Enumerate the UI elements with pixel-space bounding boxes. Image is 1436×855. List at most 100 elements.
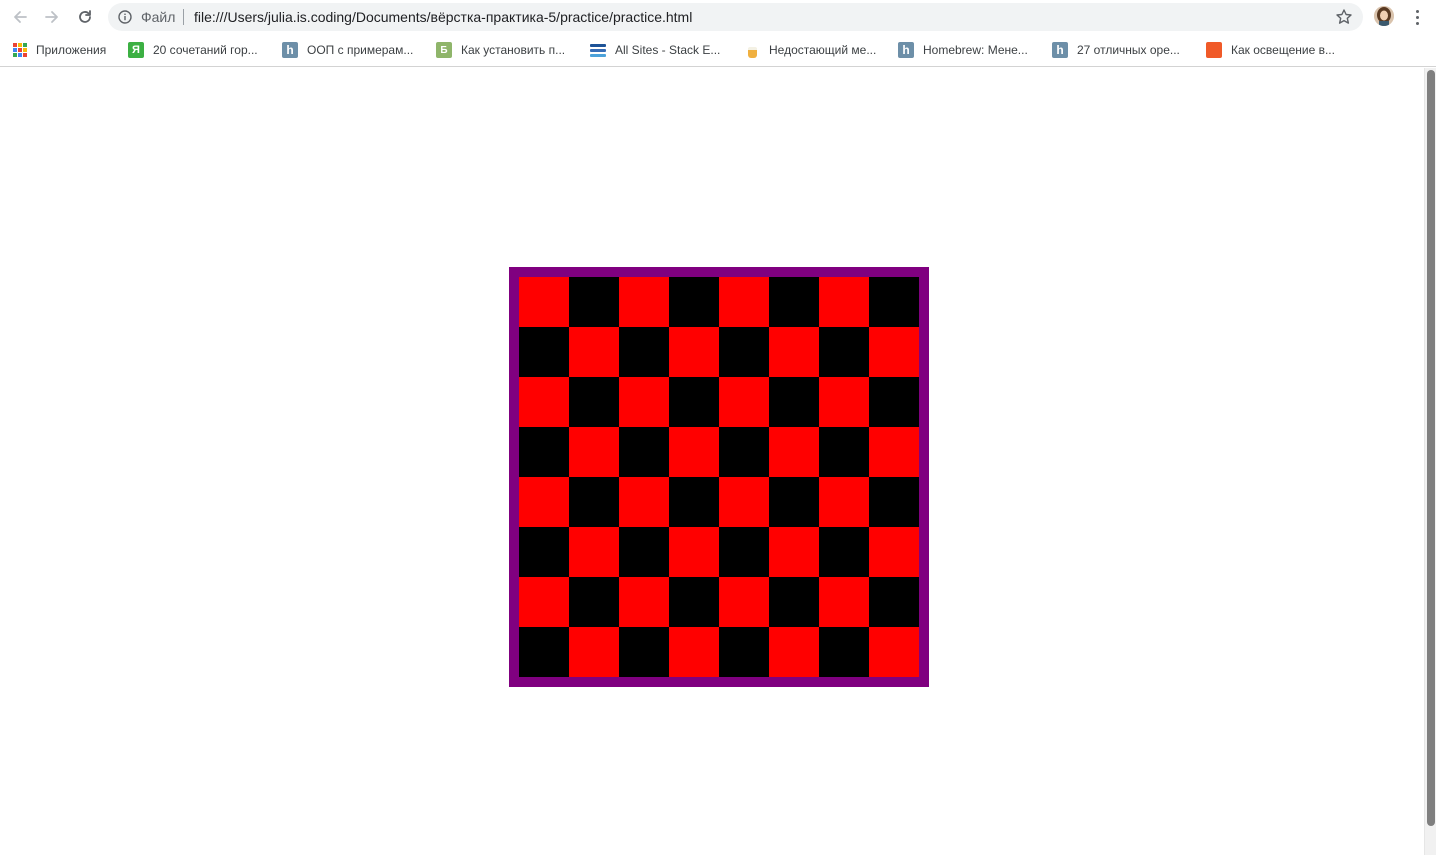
bookmark-item[interactable]: h Homebrew: Мене...: [898, 41, 1028, 59]
bookmark-item[interactable]: Недостающий ме...: [744, 41, 876, 59]
reload-icon: [79, 10, 91, 23]
bookmark-item[interactable]: Б Как установить п...: [436, 41, 565, 59]
bookmark-item[interactable]: h 27 отличных ope...: [1052, 41, 1180, 59]
board-square: [869, 477, 919, 527]
forward-button[interactable]: [40, 5, 64, 29]
board-square: [719, 327, 769, 377]
bookmark-label: Недостающий ме...: [769, 43, 877, 57]
stack-exchange-icon: [590, 42, 606, 58]
bookmark-label: Приложения: [36, 43, 107, 57]
board-square: [719, 277, 769, 327]
board-square: [569, 277, 619, 327]
bookmark-item[interactable]: Как освещение в...: [1206, 41, 1335, 59]
menu-icon[interactable]: [1409, 6, 1425, 28]
board-square: [519, 277, 569, 327]
beer-mug-icon: [744, 42, 760, 58]
board-square: [619, 377, 669, 427]
arrow-right-icon: [45, 11, 58, 23]
board-square: [769, 377, 819, 427]
avatar-icon: [1374, 6, 1394, 26]
board-square: [519, 427, 569, 477]
board-square: [869, 327, 919, 377]
board-square: [569, 577, 619, 627]
board-square: [819, 427, 869, 477]
board-square: [769, 477, 819, 527]
board-square: [669, 477, 719, 527]
board-square: [669, 377, 719, 427]
board-square: [569, 627, 619, 677]
board-square: [519, 477, 569, 527]
board-square: [519, 577, 569, 627]
board-square: [819, 277, 869, 327]
board-square: [769, 327, 819, 377]
board-square: [869, 427, 919, 477]
board-square: [669, 577, 719, 627]
board-square: [669, 327, 719, 377]
board-square: [819, 477, 869, 527]
scheme-label: Файл: [141, 9, 176, 25]
board-square: [619, 277, 669, 327]
board-square: [869, 627, 919, 677]
reload-button[interactable]: [73, 5, 97, 29]
bookmark-item[interactable]: h ООП с примерам...: [282, 41, 413, 59]
board-square: [619, 627, 669, 677]
habr-h-icon: h: [282, 42, 298, 58]
bookmark-apps[interactable]: Приложения: [13, 41, 106, 59]
lifehacker-icon: [1206, 42, 1222, 58]
board-square: [619, 527, 669, 577]
board-square: [869, 527, 919, 577]
board-square: [769, 427, 819, 477]
scrollbar-thumb[interactable]: [1427, 70, 1435, 826]
board-square: [519, 327, 569, 377]
board-square: [769, 277, 819, 327]
board-square: [869, 577, 919, 627]
scheme-separator: [183, 9, 184, 25]
bookmark-label: All Sites - Stack E...: [615, 43, 721, 57]
board-square: [819, 577, 869, 627]
back-button[interactable]: [8, 5, 32, 29]
board-square: [569, 427, 619, 477]
star-icon[interactable]: [1335, 8, 1353, 26]
habr-h-icon: h: [1052, 42, 1068, 58]
bookmarks-bar: Приложения Я 20 сочетаний гор... h ООП с…: [0, 34, 1436, 67]
board-square: [619, 327, 669, 377]
board-square: [669, 277, 719, 327]
url-text[interactable]: file:///Users/julia.is.coding/Documents/…: [194, 9, 692, 25]
green-y-icon: Я: [128, 42, 144, 58]
bookmark-label: Homebrew: Мене...: [923, 43, 1028, 57]
board-square: [719, 377, 769, 427]
board-square: [719, 427, 769, 477]
browser-toolbar: Файл file:///Users/julia.is.coding/Docum…: [0, 0, 1436, 34]
page-viewport: [0, 68, 1424, 855]
bookmark-label: Как освещение в...: [1231, 43, 1335, 57]
address-bar[interactable]: Файл file:///Users/julia.is.coding/Docum…: [108, 3, 1363, 31]
board-square: [769, 577, 819, 627]
vertical-scrollbar[interactable]: [1424, 68, 1436, 855]
board-square: [819, 527, 869, 577]
board-square: [719, 477, 769, 527]
checkerboard-grid: [519, 277, 919, 677]
profile-avatar[interactable]: [1374, 6, 1394, 26]
bookmark-label: ООП с примерам...: [307, 43, 414, 57]
board-square: [619, 427, 669, 477]
bookmark-item[interactable]: Я 20 сочетаний гор...: [128, 41, 258, 59]
info-icon[interactable]: [118, 10, 132, 24]
board-square: [719, 627, 769, 677]
arrow-left-icon: [14, 11, 27, 23]
board-square: [569, 527, 619, 577]
board-square: [519, 527, 569, 577]
apps-grid-icon: [13, 43, 27, 57]
board-square: [669, 427, 719, 477]
bookmark-label: Как установить п...: [461, 43, 566, 57]
board-square: [769, 627, 819, 677]
board-square: [869, 377, 919, 427]
board-square: [819, 627, 869, 677]
board-square: [869, 277, 919, 327]
board-square: [669, 527, 719, 577]
bookmark-label: 27 отличных ope...: [1077, 43, 1180, 57]
board-square: [719, 577, 769, 627]
bookmark-item[interactable]: All Sites - Stack E...: [590, 41, 720, 59]
green-book-icon: Б: [436, 42, 452, 58]
board-square: [619, 477, 669, 527]
board-square: [719, 527, 769, 577]
